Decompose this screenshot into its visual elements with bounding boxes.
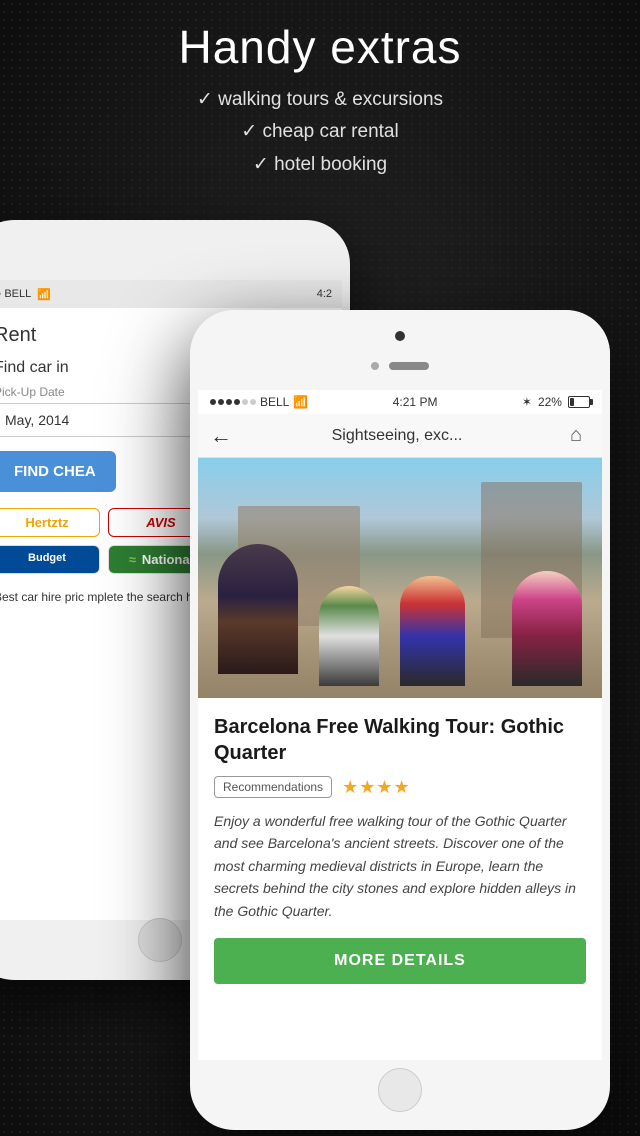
header-checklist: ✓ walking tours & excursions ✓ cheap car… [0,84,640,181]
tour-stars: ★★★★ [342,777,411,798]
home-icon[interactable]: ⌂ [562,422,590,450]
find-cheap-button[interactable]: FIND CHEA [0,451,116,492]
phone-speaker [389,362,429,370]
front-carrier: BELL [260,395,289,409]
phone-button-row [371,362,429,370]
crowd-figure-3 [512,571,582,686]
status-right: ✶ 22% [522,395,590,409]
tour-title: Barcelona Free Walking Tour: Gothic Quar… [214,714,586,766]
back-button[interactable]: ← [210,423,232,449]
checklist-item-2: ✓ cheap car rental [0,116,640,148]
tour-description: Enjoy a wonderful free walking tour of t… [214,810,586,922]
tour-content: Barcelona Free Walking Tour: Gothic Quar… [198,698,602,1000]
tag-stars-row: Recommendations ★★★★ [214,776,586,798]
checklist-item-3: ✓ hotel booking [0,149,640,181]
front-wifi-icon: 📶 [293,395,308,409]
hertz-logo: Hertztz [0,508,100,537]
front-statusbar: BELL 📶 4:21 PM ✶ 22% [198,390,602,414]
phone-dot-left [371,362,379,370]
battery-icon [568,396,590,408]
crowd-figure-1 [319,586,379,686]
nav-title: Sightseeing, exc... [332,427,463,445]
dot-4 [234,399,240,405]
phone-front: BELL 📶 4:21 PM ✶ 22% ← Sightseeing, exc.… [190,310,610,1130]
dot-2 [218,399,224,405]
header-title: Handy extras [0,20,640,74]
signal-dots [210,399,256,405]
back-status-time: 4:2 [317,288,332,300]
tour-image-bg [198,458,602,698]
status-left: BELL 📶 [210,395,308,409]
front-phone-home-button[interactable] [378,1068,422,1112]
battery-fill [570,398,574,406]
brand-logos-grid: Hertztz AVIS Budget ≈ National [0,508,214,574]
back-status-wifi: 📶 [37,288,51,301]
tour-image [198,458,602,698]
header-section: Handy extras ✓ walking tours & excursion… [0,20,640,181]
back-statusbar: ○○ BELL 📶 4:2 [0,280,342,308]
front-navbar: ← Sightseeing, exc... ⌂ [198,414,602,458]
dot-5 [242,399,248,405]
tour-guide-figure [218,544,298,674]
recommendations-tag: Recommendations [214,776,332,798]
more-details-button[interactable]: MORE DETAILS [214,938,586,984]
checklist-item-1: ✓ walking tours & excursions [0,84,640,116]
budget-logo: Budget [0,545,100,574]
back-status-carrier: ○○ BELL [0,288,31,300]
dot-3 [226,399,232,405]
dot-1 [210,399,216,405]
front-screen: BELL 📶 4:21 PM ✶ 22% ← Sightseeing, exc.… [198,390,602,1060]
back-phone-home-button[interactable] [138,918,182,962]
phone-camera [395,331,405,341]
front-time: 4:21 PM [393,395,438,409]
bluetooth-icon: ✶ [522,395,532,409]
battery-percent: 22% [538,395,562,409]
dot-6 [250,399,256,405]
phone-top-bar [190,310,610,390]
crowd-figure-2 [400,576,465,686]
